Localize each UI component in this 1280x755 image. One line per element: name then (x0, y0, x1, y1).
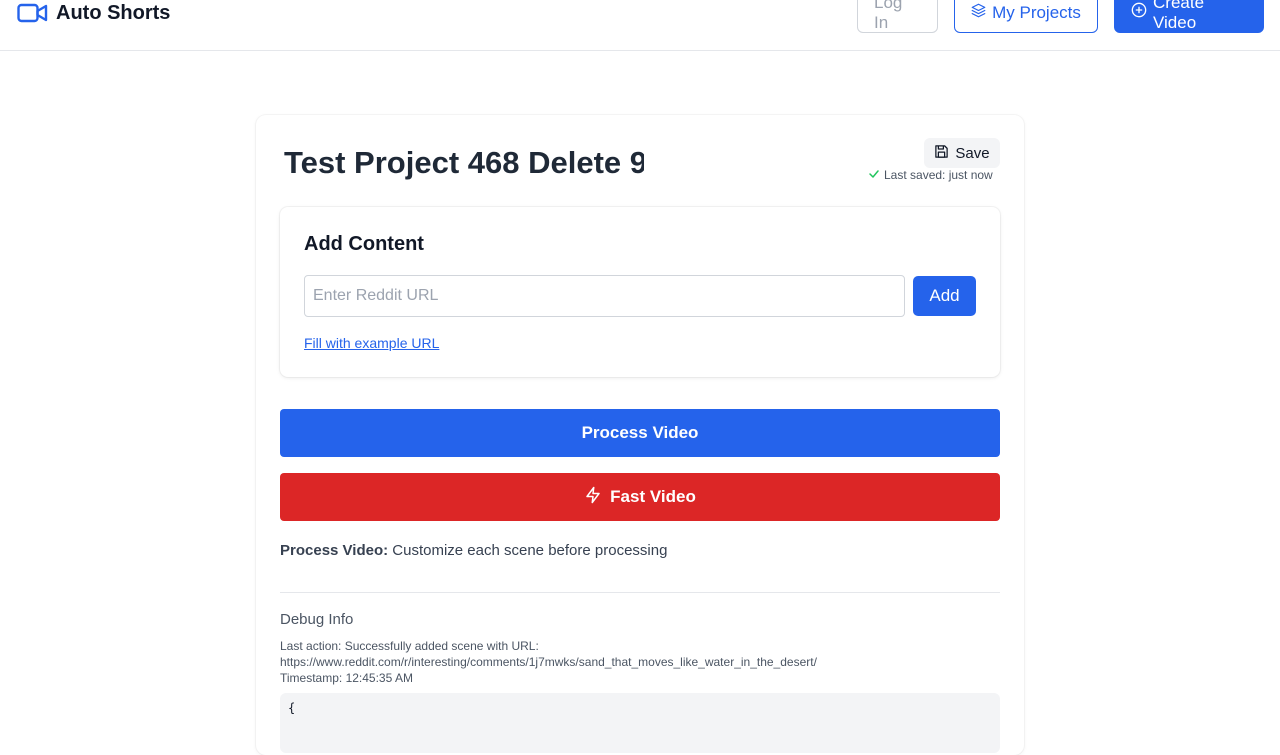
add-content-panel: Add Content Add Fill with example URL (280, 207, 1000, 377)
debug-url: https://www.reddit.com/r/interesting/com… (280, 655, 817, 669)
process-description: Process Video: Customize each scene befo… (280, 542, 667, 559)
debug-info-title: Debug Info (280, 611, 354, 628)
top-navbar: Auto Shorts Log In My Projects Create Vi… (0, 0, 1280, 51)
add-content-title: Add Content (304, 233, 424, 255)
check-icon (868, 168, 880, 183)
save-icon (934, 144, 949, 163)
lightning-icon (584, 486, 602, 509)
save-label: Save (955, 144, 990, 162)
create-video-button[interactable]: Create Video (1114, 0, 1264, 33)
fast-video-label: Fast Video (610, 487, 696, 506)
plus-circle-icon (1131, 2, 1147, 23)
layers-icon (971, 3, 986, 23)
last-saved-status: Last saved: just now (868, 167, 1000, 183)
brand-name: Auto Shorts (56, 1, 171, 24)
brand[interactable]: Auto Shorts (17, 0, 170, 26)
last-saved-text: Last saved: just now (884, 168, 993, 182)
create-video-label: Create Video (1153, 0, 1205, 32)
my-projects-label: My Projects (992, 2, 1081, 22)
debug-timestamp: Timestamp: 12:45:35 AM (280, 671, 413, 685)
add-button[interactable]: Add (913, 276, 976, 316)
debug-json-line: { (288, 701, 296, 715)
video-camera-icon (17, 2, 48, 24)
process-video-label: Process Video (581, 423, 699, 442)
save-button[interactable]: Save (924, 138, 1000, 168)
divider (280, 592, 1000, 593)
fill-example-url-link[interactable]: Fill with example URL (304, 335, 439, 351)
project-editor-card: Test Project 468 Delete 9 Save Last save… (256, 115, 1024, 755)
my-projects-button[interactable]: My Projects (954, 0, 1098, 33)
debug-json-block: { (280, 693, 1000, 753)
login-label: Log In (874, 0, 903, 32)
process-video-button[interactable]: Process Video (280, 409, 1000, 457)
process-description-label: Process Video: (280, 542, 389, 559)
debug-info-text: Last action: Successfully added scene wi… (280, 638, 817, 686)
login-button[interactable]: Log In (857, 0, 938, 33)
reddit-url-input[interactable] (304, 275, 905, 317)
process-description-text: Customize each scene before processing (392, 542, 668, 559)
fast-video-button[interactable]: Fast Video (280, 473, 1000, 521)
debug-last-action: Last action: Successfully added scene wi… (280, 639, 539, 653)
project-title[interactable]: Test Project 468 Delete 9 (284, 143, 644, 183)
